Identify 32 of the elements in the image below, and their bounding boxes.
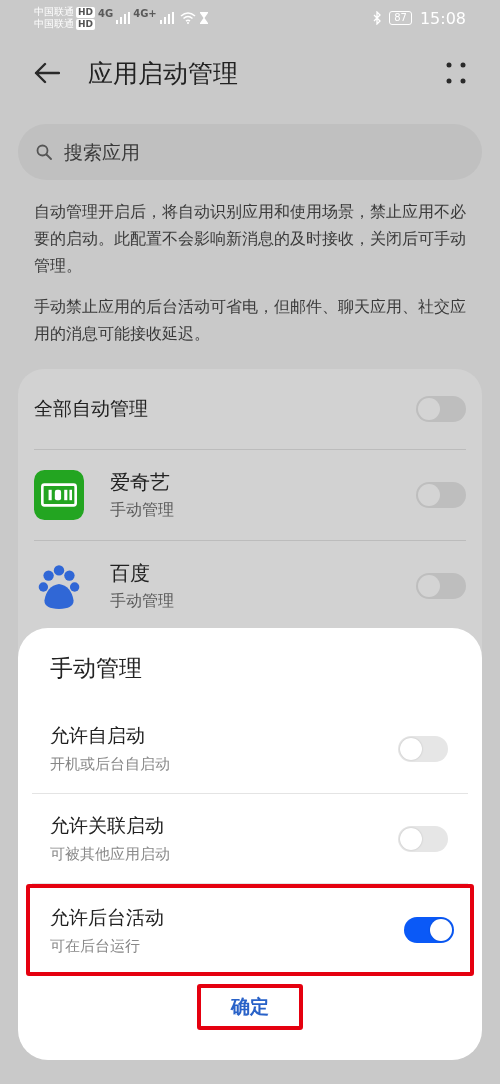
signal-icon <box>116 12 131 24</box>
hourglass-icon <box>198 12 209 24</box>
signal-icon <box>159 12 174 24</box>
back-arrow-icon[interactable] <box>34 62 60 84</box>
option-label: 允许关联启动 <box>50 813 165 838</box>
toggle-switch[interactable] <box>398 825 448 852</box>
app-name: 百度 <box>110 560 151 587</box>
hd-badge: HD <box>76 6 95 18</box>
toggle-switch[interactable] <box>398 735 448 762</box>
option-hint: 开机或后台自启动 <box>50 755 171 774</box>
app-name: 爱奇艺 <box>110 469 171 496</box>
confirm-button[interactable]: 确定 <box>197 984 303 1030</box>
description-text: 自动管理开启后，将自动识别应用和使用场景，禁止应用不必要的启动。此配置不会影响新消息的及时接收，关闭后可手动管理。 <box>34 201 466 277</box>
sheet-title: 手动管理 <box>49 654 143 683</box>
wifi-icon <box>179 12 196 24</box>
network-label: 4G+ <box>133 8 157 19</box>
app-mode: 手动管理 <box>110 500 175 521</box>
option-hint: 可被其他应用启动 <box>50 845 171 864</box>
more-icon[interactable] <box>446 62 466 84</box>
app-mode: 手动管理 <box>110 591 175 612</box>
app-icon <box>34 470 84 520</box>
option-label: 允许自启动 <box>50 723 146 748</box>
option-hint: 可在后台运行 <box>50 936 141 956</box>
description-text: 手动禁止应用的后台活动可省电，但邮件、聊天应用、社交应用的消息可能接收延迟。 <box>34 296 466 345</box>
search-field[interactable]: 搜索应用 <box>18 124 482 180</box>
bluetooth-icon <box>373 11 382 25</box>
hd-badge: HD <box>76 18 95 30</box>
page-title: 应用启动管理 <box>88 57 239 90</box>
setting-label: 全部自动管理 <box>34 396 149 421</box>
network-label: 4G <box>98 8 114 19</box>
toggle-switch[interactable] <box>404 917 454 943</box>
option-label: 允许后台活动 <box>50 904 165 930</box>
